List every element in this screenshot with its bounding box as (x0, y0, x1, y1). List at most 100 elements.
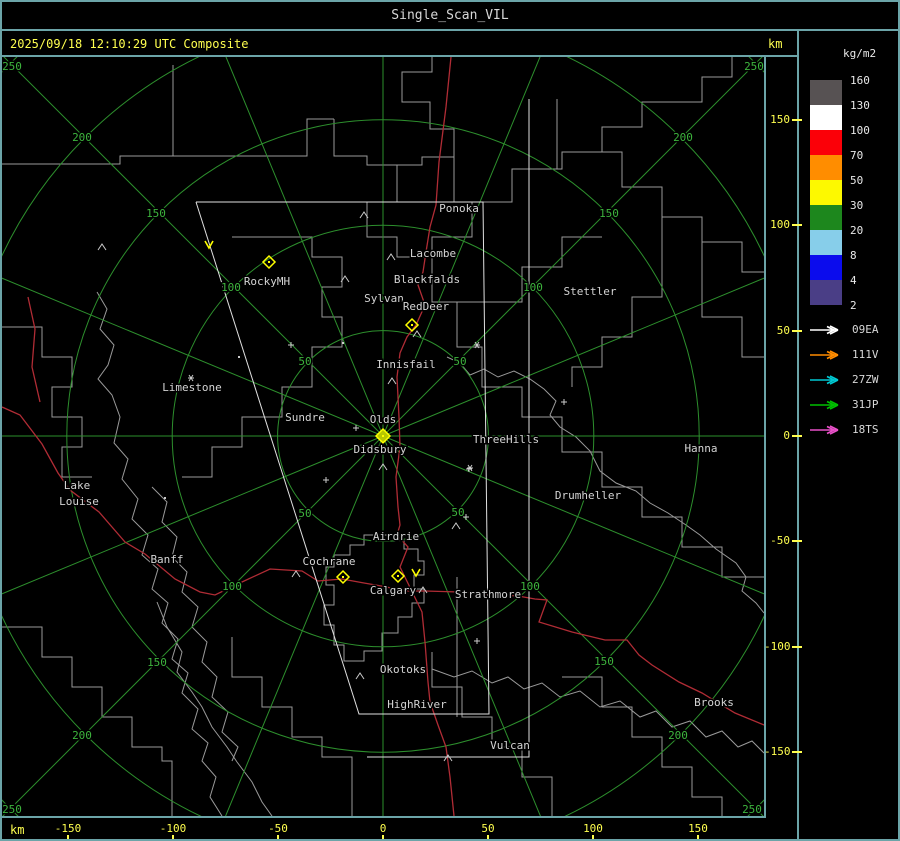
scale-swatch (810, 105, 842, 130)
scale-value: 20 (850, 224, 864, 237)
city-label: Sundre (285, 411, 325, 424)
county-boundary-line (431, 652, 553, 816)
site-arrow-icon (810, 325, 839, 335)
city-label: Drumheller (555, 489, 622, 502)
highway-line (27, 296, 41, 403)
bottom-axis-tick (382, 835, 384, 839)
site-code: 111V (852, 348, 879, 361)
bottom-axis-tick (277, 835, 279, 839)
range-ring-label: 100 (222, 580, 242, 593)
county-boundary-line (2, 118, 334, 165)
azimuth-radial-line (382, 435, 551, 839)
info-bar: 2025/09/18 12:10:29 UTC Composite km (2, 31, 797, 57)
range-ring-label: 50 (451, 506, 464, 519)
range-ring-label: 50 (298, 355, 311, 368)
range-ring-label: 50 (453, 355, 466, 368)
right-axis-tick-label: 150 (770, 113, 790, 126)
city-label: Cochrane (303, 555, 356, 568)
bottom-axis-unit: km (10, 823, 25, 837)
city-label: ThreeHills (473, 433, 539, 446)
city-label: Brooks (694, 696, 734, 709)
range-ring-label: 100 (523, 281, 543, 294)
bottom-axis-tick-label: 50 (481, 822, 495, 835)
county-boundary-line (182, 236, 343, 478)
site-code: 18TS (852, 423, 879, 436)
map-unit-label: km (768, 37, 783, 51)
site-code: 31JP (852, 398, 879, 411)
town-plus-marker (288, 342, 294, 348)
city-label: Vulcan (490, 739, 530, 752)
azimuth-radial-line (215, 435, 384, 839)
window-title: Single_Scan_VIL (391, 8, 509, 23)
city-label: HighRiver (387, 698, 447, 711)
city-label: RockyMH (244, 275, 290, 288)
town-plus-marker (561, 399, 567, 405)
scale-value: 8 (850, 249, 857, 262)
bottom-axis-tick (697, 835, 699, 839)
bottom-axis-tick (67, 835, 69, 839)
county-boundary-line (231, 637, 353, 816)
right-axis-tick (792, 751, 802, 753)
radar-viewer-window: Single_Scan_VIL 2025/09/18 12:10:29 UTC … (0, 0, 900, 841)
scan-timestamp: 2025/09/18 12:10:29 UTC Composite (10, 37, 249, 51)
bottom-axis-tick-label: -50 (268, 822, 288, 835)
right-axis-tick (792, 330, 802, 332)
right-axis-tick-label: -150 (764, 745, 791, 758)
town-caret-marker (418, 586, 428, 594)
county-boundary-line (571, 217, 663, 387)
city-label: Banff (150, 553, 183, 566)
right-axis-tick (792, 646, 802, 648)
range-ring-label: 250 (2, 803, 22, 816)
bottom-axis-tick-label: 0 (379, 822, 387, 835)
radar-map-svg: 5010015020025050100150200250501001502002… (2, 2, 898, 839)
site-code: 09EA (852, 323, 879, 336)
range-ring-label: 150 (599, 207, 619, 220)
range-ring-label: 200 (668, 729, 688, 742)
bottom-axis-tick (487, 835, 489, 839)
city-label: Stettler (564, 285, 617, 298)
range-ring-label: 50 (298, 507, 311, 520)
scale-value: 160 (850, 74, 870, 87)
right-axis-tick (792, 435, 802, 437)
range-ring-label: 100 (520, 580, 540, 593)
range-ring-label: 200 (72, 729, 92, 742)
scale-swatch (810, 205, 842, 230)
scale-value: 30 (850, 199, 864, 212)
right-axis-tick-label: 0 (783, 429, 790, 442)
right-axis-tick (792, 224, 802, 226)
town-caret-marker (355, 672, 365, 680)
city-label: Blackfalds (394, 273, 460, 286)
range-ring-label: 250 (742, 803, 762, 816)
county-boundary-line (333, 57, 455, 166)
scale-swatch (810, 130, 842, 155)
range-ring-label: 100 (221, 281, 241, 294)
city-label: Strathmore (455, 588, 521, 601)
city-label: Olds (370, 413, 397, 426)
range-ring-label: 200 (72, 131, 92, 144)
right-axis-tick (792, 119, 802, 121)
city-label: Hanna (684, 442, 717, 455)
scale-value: 130 (850, 99, 870, 112)
range-ring-label: 150 (147, 656, 167, 669)
legend-unit-label: kg/m2 (843, 47, 877, 60)
city-label: Okotoks (380, 663, 426, 676)
site-arrow-icon (810, 350, 839, 360)
town-dot-marker (164, 497, 166, 499)
bottom-axis-tick-label: 100 (583, 822, 603, 835)
town-dot-marker (238, 356, 240, 358)
range-ring-label: 200 (673, 131, 693, 144)
scale-value: 70 (850, 149, 864, 162)
azimuth-radial-line (2, 54, 384, 437)
radar-site-dot (411, 324, 413, 326)
town-caret-marker (451, 522, 461, 530)
site-arrow-icon (810, 375, 839, 385)
bottom-distance-axis: km -150 -100 -50 0 50 100 150 (2, 818, 797, 839)
town-caret-marker (387, 377, 397, 385)
range-ring-label: 250 (2, 60, 22, 73)
right-axis-tick-label: -50 (770, 534, 790, 547)
city-label: Innisfail (376, 358, 436, 371)
town-caret-marker (386, 253, 396, 261)
radar-map-canvas[interactable]: 50 100 150 200 250 50 100 150 200 250 50 100 150 200 2… (2, 2, 898, 839)
scale-value: 4 (850, 274, 857, 287)
town-caret-marker (291, 570, 301, 578)
